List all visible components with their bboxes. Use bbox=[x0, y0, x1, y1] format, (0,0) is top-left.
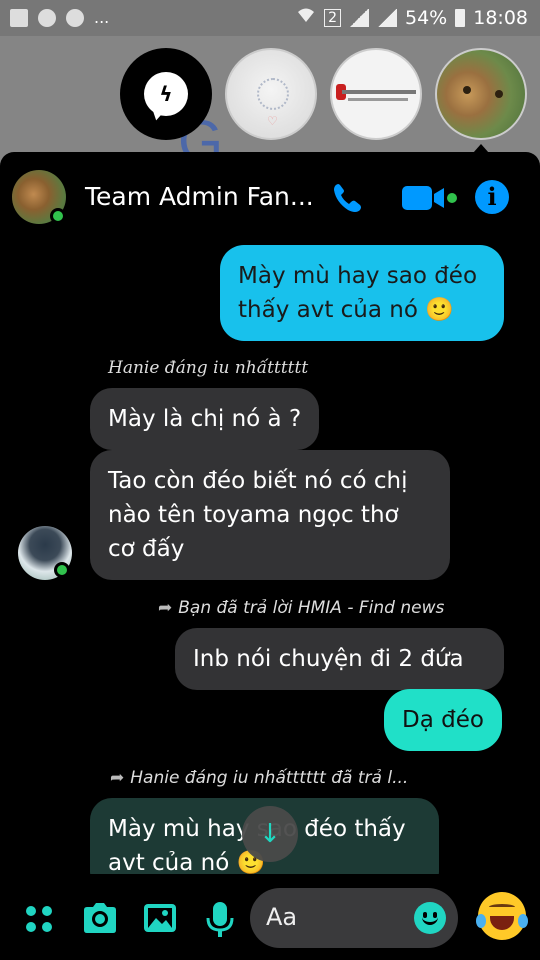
media-notification-icon bbox=[66, 8, 84, 27]
notification-icons: ... bbox=[10, 8, 109, 27]
laugh-mouth bbox=[490, 916, 514, 930]
wifi-icon bbox=[296, 6, 316, 29]
voice-button[interactable] bbox=[200, 900, 240, 937]
cat-eye-icon bbox=[463, 86, 471, 94]
more-actions-button[interactable] bbox=[22, 900, 62, 936]
dot-icon bbox=[42, 906, 52, 916]
video-camera-icon bbox=[402, 186, 457, 210]
conversation-header: Team Admin Fan... i bbox=[0, 152, 540, 240]
status-bar: ... 2 54% 18:08 bbox=[0, 0, 540, 36]
conversation-panel: Team Admin Fan... i Mày mù hay sao đéo t… bbox=[0, 152, 540, 960]
chat-head-active-conversation[interactable] bbox=[435, 48, 527, 140]
laugh-eyes bbox=[489, 904, 515, 910]
reply-arrow-icon: ➦ bbox=[158, 598, 173, 618]
message-outgoing[interactable]: Inb nói chuyện đi 2 đứa bbox=[175, 628, 504, 690]
phone-icon bbox=[334, 184, 361, 212]
scroll-to-bottom-button[interactable]: ↓ bbox=[242, 806, 298, 862]
messenger-notification-icon bbox=[38, 8, 56, 27]
microphone-icon bbox=[206, 902, 234, 937]
dot-icon bbox=[42, 922, 52, 932]
reply-indicator: ➦ Hanie đáng iu nhấtttttt đã trả l... bbox=[110, 768, 408, 788]
avatar-text-line bbox=[342, 90, 416, 94]
more-notifications-icon: ... bbox=[94, 8, 110, 27]
reply-arrow-icon: ➦ bbox=[110, 768, 125, 788]
sim-slot-indicator: 2 bbox=[324, 8, 341, 27]
messenger-chat-head[interactable]: ϟ bbox=[120, 48, 212, 140]
message-input-placeholder: Aa bbox=[266, 903, 298, 931]
phone-call-button[interactable] bbox=[330, 180, 366, 216]
quick-reaction-laugh-button[interactable] bbox=[476, 892, 528, 940]
heart-icon: ♡ bbox=[267, 114, 278, 128]
message-incoming[interactable]: Mày là chị nó à ? bbox=[90, 388, 320, 450]
emoji-picker-icon[interactable] bbox=[414, 902, 446, 934]
dot-icon bbox=[26, 922, 36, 932]
clock: 18:08 bbox=[473, 6, 528, 29]
arrow-down-icon: ↓ bbox=[259, 819, 281, 849]
signal-icon-2 bbox=[377, 8, 397, 27]
tear-icon bbox=[476, 914, 486, 928]
reply-indicator: ➦ Bạn đã trả lời HMIA - Find news bbox=[158, 598, 444, 618]
battery-percent: 54% bbox=[405, 6, 448, 29]
sender-online-dot bbox=[54, 562, 70, 578]
reply-indicator-text: Bạn đã trả lời HMIA - Find news bbox=[178, 598, 445, 618]
reply-indicator-text: Hanie đáng iu nhấtttttt đã trả l... bbox=[130, 768, 409, 788]
cat-eye-icon-2 bbox=[495, 90, 503, 98]
avatar-text-line-2 bbox=[348, 98, 408, 101]
dot-icon bbox=[26, 906, 36, 916]
message-outgoing[interactable]: Mày mù hay sao đéo thấy avt của nó 🙂 bbox=[220, 245, 504, 341]
background-logo: G bbox=[178, 109, 238, 174]
image-icon bbox=[144, 904, 176, 932]
chat-head-contact-2[interactable]: ♡ bbox=[225, 48, 317, 140]
avatar-drawing bbox=[257, 78, 289, 110]
sender-name: Hanie đáng iu nhấtttttt bbox=[108, 358, 309, 378]
signal-icon bbox=[349, 8, 369, 27]
online-status-dot bbox=[50, 208, 66, 224]
camera-icon bbox=[84, 903, 116, 933]
messenger-icon: ϟ bbox=[144, 72, 188, 116]
tear-icon bbox=[518, 914, 528, 928]
camera-button[interactable] bbox=[80, 900, 120, 936]
message-input[interactable]: Aa bbox=[250, 888, 458, 948]
message-incoming[interactable]: Tao còn đéo biết nó có chị nào tên toyam… bbox=[90, 450, 450, 580]
info-button[interactable]: i bbox=[475, 180, 509, 214]
message-outgoing[interactable]: Dạ đéo bbox=[384, 689, 502, 751]
chat-head-contact-3[interactable] bbox=[330, 48, 422, 140]
gallery-notification-icon bbox=[10, 8, 28, 27]
conversation-title[interactable]: Team Admin Fan... bbox=[85, 182, 314, 211]
info-icon: i bbox=[487, 182, 497, 211]
gallery-button[interactable] bbox=[140, 900, 180, 936]
video-call-button[interactable] bbox=[400, 182, 458, 214]
system-icons: 2 54% 18:08 bbox=[296, 6, 528, 29]
composer-bar: Aa bbox=[0, 874, 540, 960]
battery-icon bbox=[455, 8, 466, 27]
